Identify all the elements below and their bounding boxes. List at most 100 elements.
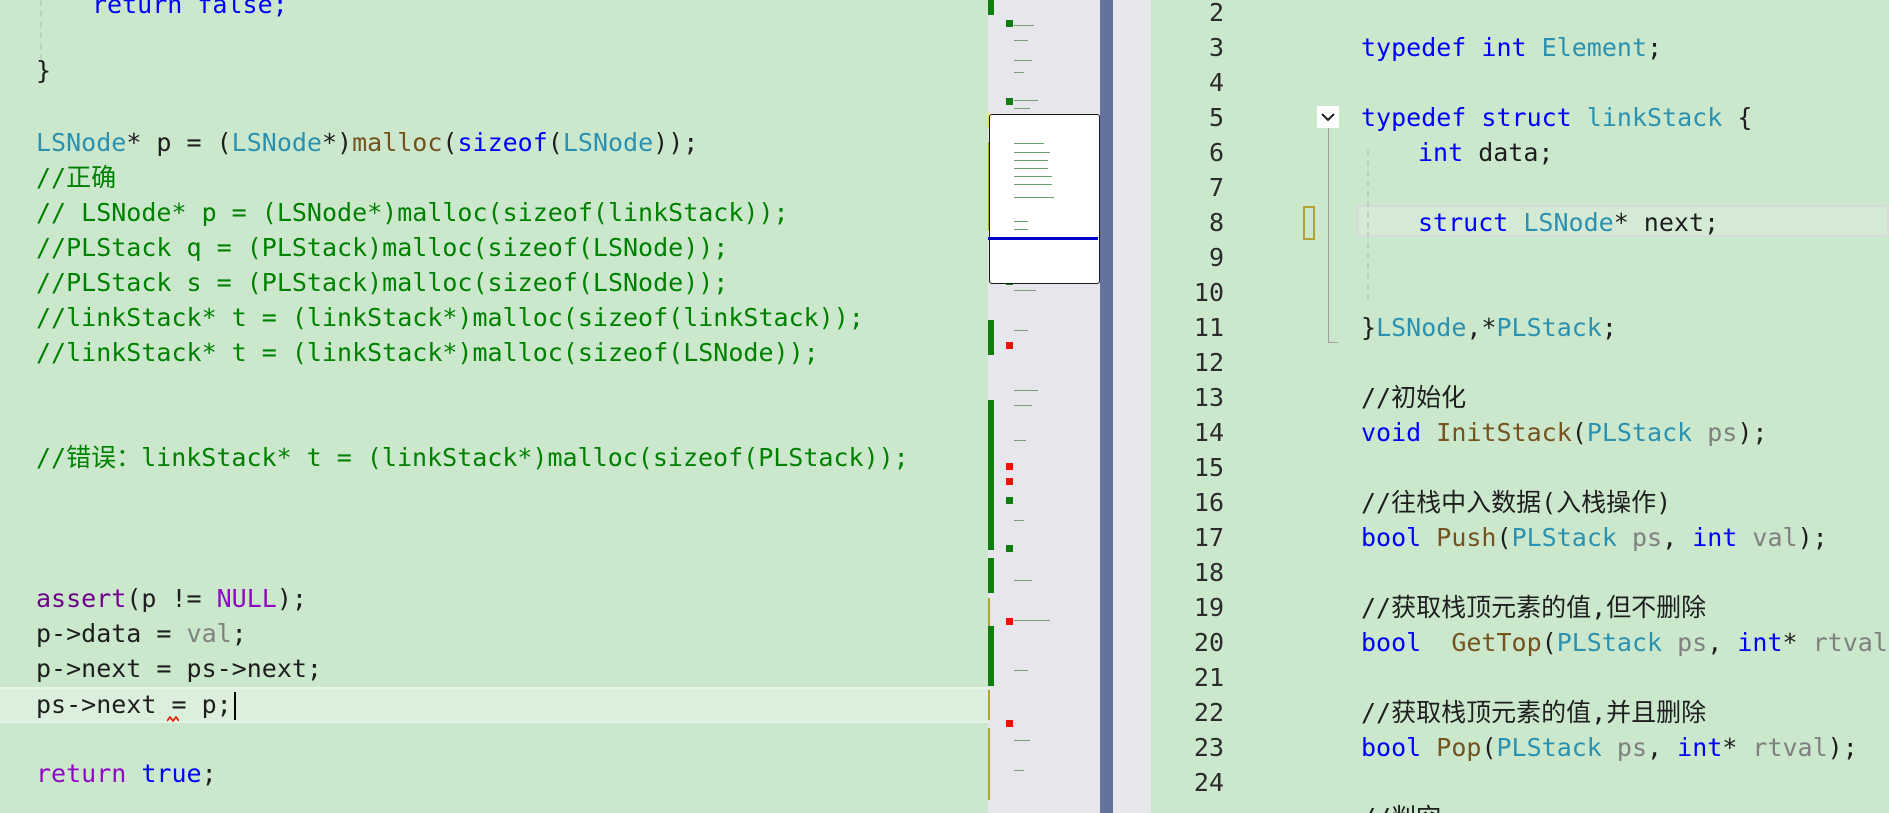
code-line[interactable]: return true; bbox=[36, 756, 217, 791]
comment-line[interactable]: //判空 bbox=[1361, 800, 1441, 813]
keyword-token: int bbox=[1692, 523, 1738, 552]
minimap-code bbox=[1014, 25, 1034, 26]
minimap-viewport[interactable] bbox=[989, 114, 1100, 284]
line-number: 2 bbox=[1208, 0, 1224, 27]
code-line[interactable]: p->data = val; bbox=[36, 616, 247, 651]
change-marker bbox=[1303, 206, 1315, 240]
type-token: LSNode bbox=[1523, 208, 1614, 237]
code-text: ( bbox=[1496, 523, 1512, 552]
collapse-toggle[interactable] bbox=[1317, 106, 1339, 128]
indent-guide bbox=[40, 0, 42, 60]
editor-splitter[interactable] bbox=[1100, 0, 1113, 813]
function-token: malloc bbox=[352, 128, 443, 157]
minimap-marker bbox=[1006, 545, 1013, 552]
minimap-code bbox=[1014, 221, 1028, 222]
line-number: 14 bbox=[1193, 418, 1224, 447]
minimap-code bbox=[1014, 152, 1050, 153]
line-number: 12 bbox=[1193, 348, 1224, 377]
code-line[interactable]: } bbox=[36, 53, 51, 88]
line-number: 5 bbox=[1208, 103, 1224, 132]
type-token: PLStack bbox=[1496, 733, 1602, 762]
line-number: 13 bbox=[1193, 383, 1224, 412]
code-line[interactable]: return false; bbox=[92, 0, 288, 22]
code-text: , bbox=[1707, 628, 1738, 657]
minimap-error-marker bbox=[1006, 342, 1013, 349]
minimap-code bbox=[1014, 229, 1028, 230]
function-token: Pop bbox=[1436, 733, 1482, 762]
keyword-token: struct bbox=[1481, 103, 1572, 132]
code-text: return false; bbox=[92, 0, 288, 19]
line-number: 24 bbox=[1193, 768, 1224, 797]
indent-guide bbox=[1367, 150, 1369, 300]
comment-line[interactable]: //PLStack q = (PLStack)malloc(sizeof(LSN… bbox=[36, 230, 728, 265]
comment-line[interactable]: //获取栈顶元素的值,并且删除 bbox=[1361, 695, 1706, 730]
code-line[interactable]: assert(p != NULL); bbox=[36, 581, 307, 616]
code-text: *) bbox=[321, 128, 353, 157]
code-line[interactable]: p->next = ps->next; bbox=[36, 651, 322, 686]
comment-line[interactable]: //获取栈顶元素的值,但不删除 bbox=[1361, 590, 1706, 625]
code-line[interactable]: typedef struct linkStack { bbox=[1361, 100, 1752, 135]
minimap-code bbox=[1014, 770, 1024, 771]
keyword-token: true bbox=[141, 759, 202, 788]
change-bar bbox=[988, 626, 994, 686]
comment-line[interactable]: // LSNode* p = (LSNode*)malloc(sizeof(li… bbox=[36, 195, 789, 230]
keyword-token: int bbox=[1418, 138, 1464, 167]
code-line[interactable]: LSNode* p = (LSNode*)malloc(sizeof(LSNod… bbox=[36, 125, 698, 160]
minimap-code bbox=[1014, 40, 1028, 41]
editor-margin bbox=[1113, 0, 1151, 813]
comment-line[interactable]: //PLStack s = (PLStack)malloc(sizeof(LSN… bbox=[36, 265, 728, 300]
comment-line[interactable]: //正确 bbox=[36, 160, 116, 195]
code-text: ( bbox=[547, 128, 563, 157]
minimap-code bbox=[1014, 72, 1024, 73]
current-code-line[interactable]: struct LSNode* next; bbox=[1418, 205, 1719, 240]
change-bar bbox=[988, 558, 994, 593]
code-line[interactable]: bool Pop(PLStack ps, int* rtval); bbox=[1361, 730, 1858, 765]
line-number: 9 bbox=[1208, 243, 1224, 272]
code-line[interactable]: bool GetTop(PLStack ps, int* rtval); bbox=[1361, 625, 1889, 660]
minimap-cursor-line bbox=[988, 237, 1098, 240]
code-line[interactable]: bool Push(PLStack ps, int val); bbox=[1361, 520, 1828, 555]
line-number: 7 bbox=[1208, 173, 1224, 202]
code-text: )); bbox=[653, 128, 699, 157]
code-line[interactable]: typedef int Element; bbox=[1361, 30, 1662, 65]
minimap-code bbox=[1014, 184, 1052, 185]
minimap-code bbox=[1014, 143, 1044, 144]
keyword-token: void bbox=[1361, 418, 1422, 447]
right-code-editor[interactable]: 2 3 4 5 6 7 8 9 10 11 12 13 14 15 16 17 18 19 20 21 22 23 24 t… bbox=[1151, 0, 1889, 813]
code-text: ( bbox=[1571, 418, 1587, 447]
keyword-token: bool bbox=[1361, 628, 1422, 657]
code-minimap[interactable] bbox=[988, 0, 1100, 813]
code-text: p->next = ps->next; bbox=[36, 654, 322, 683]
comment-line[interactable]: //初始化 bbox=[1361, 380, 1466, 415]
minimap-code bbox=[1014, 100, 1038, 101]
code-line[interactable]: }LSNode,*PLStack; bbox=[1361, 310, 1617, 345]
comment-line[interactable]: //linkStack* t = (linkStack*)malloc(size… bbox=[36, 335, 819, 370]
comment-line[interactable]: //往栈中入数据(入栈操作) bbox=[1361, 485, 1671, 520]
type-token: PLStack bbox=[1496, 313, 1602, 342]
comment-line[interactable]: //错误：linkStack* t = (linkStack*)malloc(s… bbox=[36, 440, 909, 475]
keyword-token: sizeof bbox=[457, 128, 548, 157]
code-line[interactable]: int data; bbox=[1418, 135, 1553, 170]
text-caret bbox=[233, 692, 236, 720]
parameter-token: ps bbox=[1616, 733, 1648, 762]
code-text: data; bbox=[1463, 138, 1554, 167]
type-token: LSNode bbox=[562, 128, 654, 157]
line-number: 10 bbox=[1193, 278, 1224, 307]
line-number: 8 bbox=[1208, 208, 1224, 237]
comment-line[interactable]: //linkStack* t = (linkStack*)malloc(size… bbox=[36, 300, 864, 335]
code-text: { bbox=[1722, 103, 1753, 132]
current-code-line[interactable]: ps->next = p; bbox=[36, 687, 236, 722]
left-code-editor[interactable]: return false; } LSNode* p = (LSNode*)mal… bbox=[0, 0, 988, 813]
line-number: 19 bbox=[1193, 593, 1224, 622]
code-line[interactable]: void InitStack(PLStack ps); bbox=[1361, 415, 1767, 450]
code-text: ( bbox=[442, 128, 458, 157]
parameter-token: rtval bbox=[1752, 733, 1828, 762]
line-number: 18 bbox=[1193, 558, 1224, 587]
line-number: 23 bbox=[1193, 733, 1224, 762]
keyword-token: bool bbox=[1361, 523, 1422, 552]
type-token: LSNode bbox=[1376, 313, 1467, 342]
change-bar bbox=[988, 690, 994, 720]
code-text: ); bbox=[1827, 733, 1858, 762]
minimap-error-marker bbox=[1006, 478, 1013, 485]
function-token: Push bbox=[1436, 523, 1497, 552]
